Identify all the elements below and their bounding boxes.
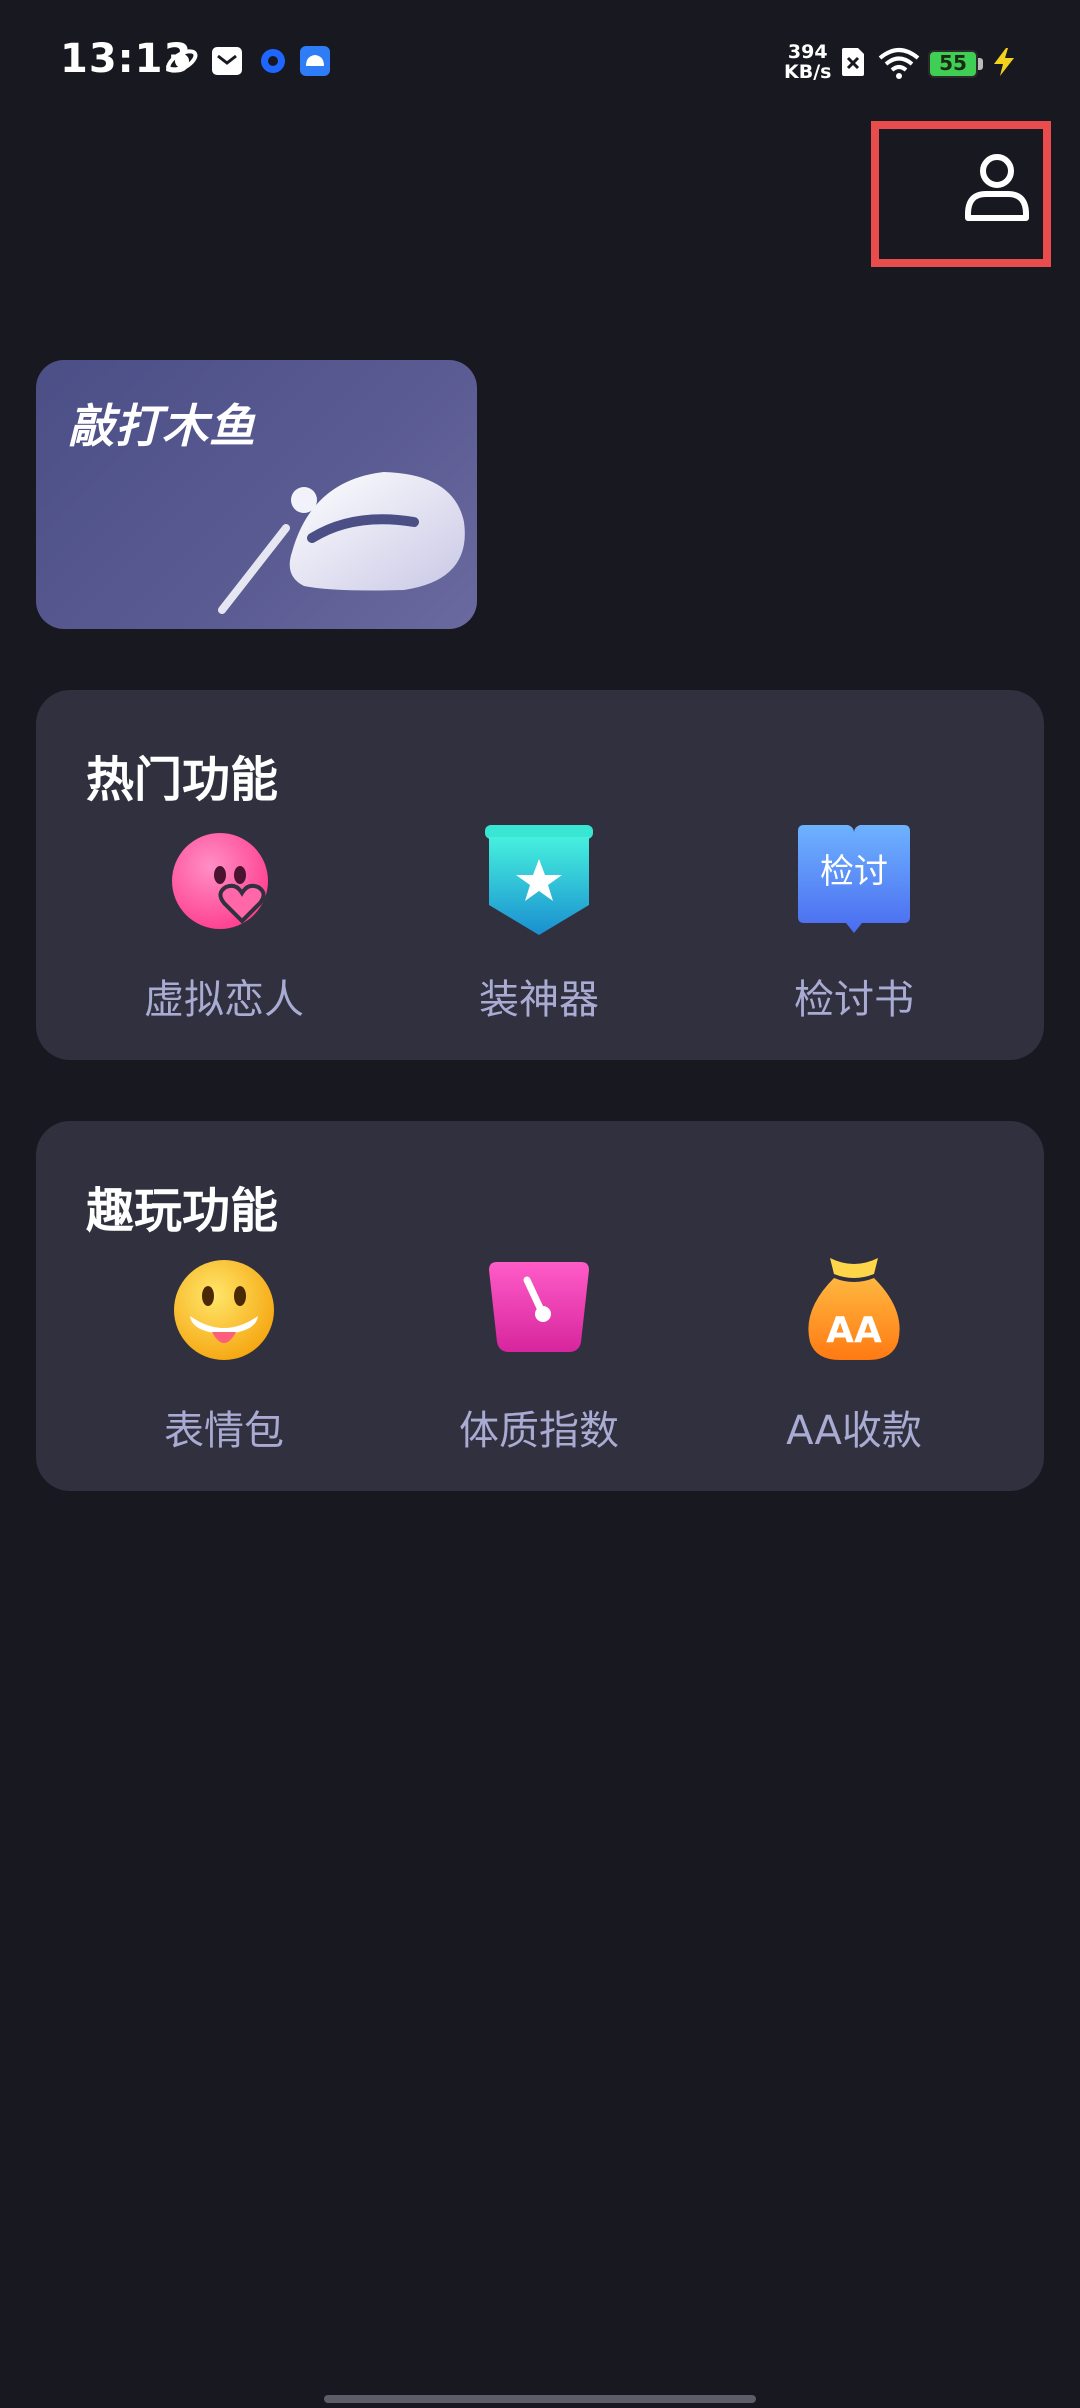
- hot-features-card: 热门功能 虚拟恋人 装神器 检讨 检讨书: [36, 690, 1044, 1060]
- banner-title: 敲打木鱼: [68, 399, 256, 453]
- heart-face-icon: [172, 833, 268, 929]
- mail-app-icon: [212, 47, 242, 75]
- virtual-lover-label: 虚拟恋人: [144, 977, 304, 1023]
- star-badge-icon: [485, 825, 593, 935]
- svg-text:AA: AA: [826, 1310, 882, 1351]
- show-off-button[interactable]: 装神器: [414, 825, 664, 1025]
- bmi-button[interactable]: 体质指数: [414, 1256, 664, 1456]
- gauge-icon: [489, 1262, 589, 1352]
- show-off-label: 装神器: [479, 977, 599, 1023]
- battery-level: 55: [939, 51, 967, 75]
- money-bag-icon: AA: [808, 1258, 900, 1360]
- home-indicator[interactable]: [324, 2395, 756, 2403]
- network-speed-value: 394: [787, 41, 828, 63]
- network-speed: 394 KB/s: [784, 42, 831, 82]
- cloud-app-icon: [300, 46, 330, 76]
- self-criticism-label: 检讨书: [794, 977, 914, 1023]
- stickers-label: 表情包: [164, 1408, 284, 1454]
- status-bar: 13:13 394 KB/s 55: [0, 0, 1080, 120]
- svg-text:检讨: 检讨: [820, 852, 888, 892]
- fun-features-card: 趣玩功能 表情包 体质指数 AA AA收款: [36, 1121, 1044, 1491]
- emoji-icon: [174, 1260, 274, 1360]
- planet-app-icon: [166, 49, 198, 73]
- sim-off-icon: [842, 48, 864, 76]
- aa-payment-button[interactable]: AA AA收款: [729, 1256, 979, 1456]
- book-icon: 检讨: [798, 825, 910, 933]
- bmi-label: 体质指数: [459, 1408, 619, 1454]
- network-speed-unit: KB/s: [784, 61, 832, 83]
- self-criticism-button[interactable]: 检讨 检讨书: [729, 825, 979, 1025]
- battery-indicator: 55: [928, 50, 978, 78]
- wooden-fish-icon: [218, 472, 465, 614]
- wifi-icon: [878, 48, 920, 79]
- charging-icon: [994, 48, 1014, 76]
- wooden-fish-banner[interactable]: 敲打木鱼: [36, 360, 477, 629]
- hot-section-title: 热门功能: [86, 752, 279, 808]
- aa-payment-label: AA收款: [786, 1408, 922, 1454]
- virtual-lover-button[interactable]: 虚拟恋人: [99, 825, 349, 1025]
- battery-cap: [978, 58, 983, 70]
- stickers-button[interactable]: 表情包: [99, 1256, 349, 1456]
- fun-section-title: 趣玩功能: [86, 1183, 279, 1239]
- browser-app-icon: [261, 49, 285, 73]
- user-icon[interactable]: [962, 152, 1032, 224]
